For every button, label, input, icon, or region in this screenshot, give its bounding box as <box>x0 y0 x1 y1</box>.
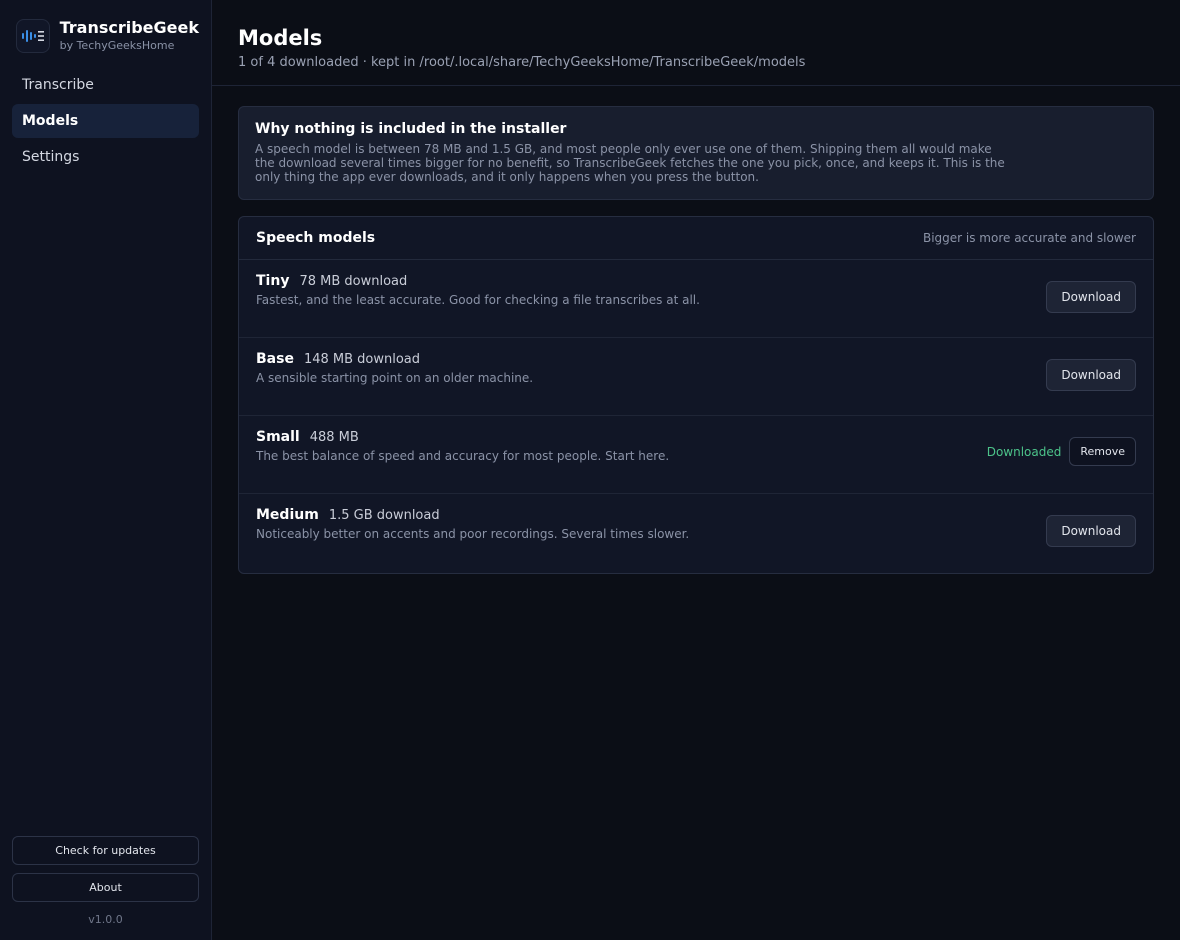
model-description: Fastest, and the least accurate. Good fo… <box>256 293 700 307</box>
check-updates-button[interactable]: Check for updates <box>12 836 199 865</box>
installer-notice: Why nothing is included in the installer… <box>238 106 1154 200</box>
downloaded-status: Downloaded <box>986 444 1062 459</box>
app-window: TranscribeGeek by TechyGeeksHome Transcr… <box>0 0 1180 940</box>
download-medium-button[interactable]: Download <box>1046 515 1136 547</box>
model-row-base: Base 148 MB download A sensible starting… <box>239 338 1153 416</box>
about-button[interactable]: About <box>12 873 199 902</box>
app-name: TranscribeGeek <box>59 18 199 37</box>
panel-header: Speech models Bigger is more accurate an… <box>239 217 1153 260</box>
main-area: Models 1 of 4 downloaded · kept in /root… <box>212 0 1180 940</box>
sidebar-footer: Check for updates About v1.0.0 <box>12 836 199 940</box>
model-description: A sensible starting point on an older ma… <box>256 371 534 385</box>
model-size: 488 MB <box>309 430 359 445</box>
waveform-icon <box>16 18 50 53</box>
download-tiny-button[interactable]: Download <box>1046 281 1136 313</box>
sidebar: TranscribeGeek by TechyGeeksHome Transcr… <box>0 0 212 940</box>
model-size: 78 MB download <box>299 274 408 289</box>
model-name: Small <box>256 429 300 445</box>
page-content: Why nothing is included in the installer… <box>212 86 1180 594</box>
model-name: Tiny <box>256 273 290 289</box>
model-description: The best balance of speed and accuracy f… <box>256 449 670 463</box>
page-subtitle: 1 of 4 downloaded · kept in /root/.local… <box>238 55 806 70</box>
notice-title: Why nothing is included in the installer <box>255 121 567 137</box>
page-header: Models 1 of 4 downloaded · kept in /root… <box>212 0 1180 86</box>
model-name: Base <box>256 351 294 367</box>
sidebar-nav: Transcribe Models Settings <box>12 68 199 174</box>
version-label: v1.0.0 <box>88 913 123 926</box>
model-row-small: Small 488 MB The best balance of speed a… <box>239 416 1153 494</box>
model-name: Medium <box>256 507 319 523</box>
panel-title: Speech models <box>256 230 376 246</box>
speech-models-panel: Speech models Bigger is more accurate an… <box>238 216 1154 574</box>
sidebar-item-models[interactable]: Models <box>12 104 199 138</box>
model-row-tiny: Tiny 78 MB download Fastest, and the lea… <box>239 260 1153 338</box>
notice-body: A speech model is between 78 MB and 1.5 … <box>255 142 1005 184</box>
model-size: 1.5 GB download <box>328 508 440 523</box>
remove-small-button[interactable]: Remove <box>1069 437 1136 466</box>
model-size: 148 MB download <box>303 352 421 367</box>
panel-hint: Bigger is more accurate and slower <box>922 231 1136 245</box>
sidebar-item-settings[interactable]: Settings <box>12 140 199 174</box>
brand: TranscribeGeek by TechyGeeksHome <box>12 0 199 56</box>
model-row-medium: Medium 1.5 GB download Noticeably better… <box>239 494 1153 573</box>
page-title: Models <box>238 26 323 50</box>
app-publisher: by TechyGeeksHome <box>59 39 175 52</box>
model-description: Noticeably better on accents and poor re… <box>256 527 690 541</box>
sidebar-item-transcribe[interactable]: Transcribe <box>12 68 199 102</box>
download-base-button[interactable]: Download <box>1046 359 1136 391</box>
